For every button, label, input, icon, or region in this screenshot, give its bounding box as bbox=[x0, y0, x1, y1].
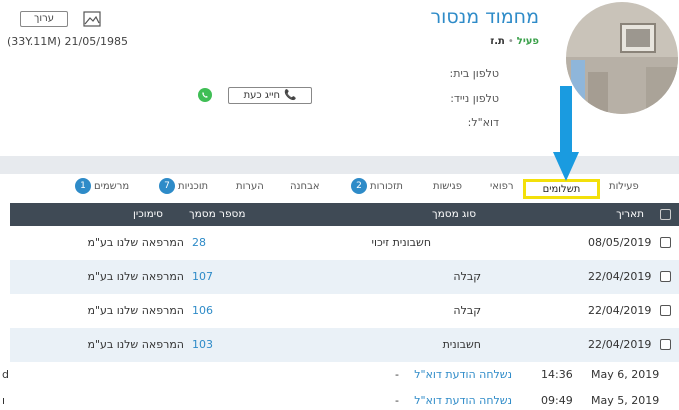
row-date: 22/04/2019 bbox=[588, 304, 652, 317]
whatsapp-icon[interactable] bbox=[198, 88, 212, 102]
select-all-checkbox[interactable] bbox=[660, 209, 671, 220]
row-checkbox[interactable] bbox=[660, 305, 671, 316]
image-icon[interactable] bbox=[83, 11, 101, 27]
activity-row[interactable]: May 5, 2019 09:49 נשלחה הודעת דוא"ל - ו bbox=[0, 392, 679, 410]
tab-activity-label: פעילות bbox=[609, 181, 639, 192]
tab-notes[interactable]: הערות bbox=[236, 181, 264, 192]
activity-dash: - bbox=[395, 368, 399, 381]
tab-notes-label: הערות bbox=[236, 181, 264, 192]
row-date: 22/04/2019 bbox=[588, 270, 652, 283]
activity-row[interactable]: May 6, 2019 14:36 נשלחה הודעת דוא"ל - d bbox=[0, 366, 679, 386]
row-doc-number-link[interactable]: 107 bbox=[192, 270, 213, 283]
row-reference: המרפאה שלנו בע"מ bbox=[87, 270, 185, 283]
call-now-button[interactable]: 📞 חייג כעת bbox=[228, 87, 312, 104]
tab-activity[interactable]: פעילות bbox=[609, 181, 639, 192]
header-date[interactable]: תאריך bbox=[616, 208, 644, 220]
tab-plans-badge: 7 bbox=[159, 178, 175, 194]
date-of-birth: (33Y.11M) 21/05/1985 bbox=[7, 35, 128, 48]
row-doc-type: קבלה bbox=[453, 270, 481, 283]
activity-event-link[interactable]: נשלחה הודעת דוא"ל bbox=[414, 368, 512, 381]
status-badge: פעיל bbox=[516, 36, 539, 47]
tab-meetings[interactable]: פגישות bbox=[433, 181, 462, 192]
row-checkbox[interactable] bbox=[660, 237, 671, 248]
tab-prescriptions[interactable]: מרשמים 1 bbox=[75, 178, 129, 194]
patient-status-line: פעיל•ת.ז bbox=[490, 36, 539, 47]
tab-plans-label: תוכניות bbox=[178, 180, 209, 192]
table-row[interactable]: 22/04/2019 חשבונית 103 המרפאה שלנו בע"מ bbox=[10, 328, 679, 362]
phone-icon: 📞 bbox=[284, 90, 297, 101]
activity-date: May 6, 2019 bbox=[591, 368, 660, 381]
tab-plans[interactable]: תוכניות 7 bbox=[159, 178, 208, 194]
row-date: 08/05/2019 bbox=[588, 236, 652, 249]
row-doc-number-link[interactable]: 28 bbox=[192, 236, 206, 249]
activity-edge-text: d bbox=[2, 368, 9, 381]
activity-event-link[interactable]: נשלחה הודעת דוא"ל bbox=[414, 394, 512, 407]
tab-meetings-label: פגישות bbox=[433, 181, 462, 192]
header-doc-number[interactable]: מספר מסמך bbox=[189, 208, 245, 220]
tab-diagnosis-label: אבחנה bbox=[290, 181, 320, 192]
row-doc-number-link[interactable]: 103 bbox=[192, 338, 213, 351]
header-reference[interactable]: סימוכין bbox=[133, 208, 163, 220]
row-doc-number-link[interactable]: 106 bbox=[192, 304, 213, 317]
patient-name: מחמוד מנסור bbox=[430, 6, 539, 28]
table-row[interactable]: 22/04/2019 קבלה 107 המרפאה שלנו בע"מ bbox=[10, 260, 679, 294]
id-label: ת.ז bbox=[490, 36, 505, 47]
row-checkbox[interactable] bbox=[660, 271, 671, 282]
tab-reminders[interactable]: תזכורות 2 bbox=[351, 178, 403, 194]
activity-edge-text: ו bbox=[2, 394, 5, 407]
activity-date: May 5, 2019 bbox=[591, 394, 660, 407]
row-doc-type: חשבונית bbox=[442, 338, 481, 351]
tab-medical[interactable]: רפואי bbox=[490, 181, 514, 192]
activity-time: 09:49 bbox=[541, 394, 573, 407]
table-header: תאריך סוג מסמך מספר מסמך סימוכין bbox=[10, 203, 679, 226]
row-doc-type: קבלה bbox=[453, 304, 481, 317]
row-doc-type: חשבונית זיכוי bbox=[371, 236, 431, 249]
call-now-label: חייג כעת bbox=[243, 90, 280, 101]
status-separator: • bbox=[507, 36, 514, 47]
edit-button[interactable]: ערוך bbox=[20, 11, 68, 27]
row-date: 22/04/2019 bbox=[588, 338, 652, 351]
tab-medical-label: רפואי bbox=[490, 181, 514, 192]
patient-avatar bbox=[566, 2, 678, 114]
email-label: דוא"ל: bbox=[467, 116, 499, 129]
row-checkbox[interactable] bbox=[660, 339, 671, 350]
header-doc-type[interactable]: סוג מסמך bbox=[432, 208, 476, 220]
activity-dash: - bbox=[395, 394, 399, 407]
tab-diagnosis[interactable]: אבחנה bbox=[290, 181, 320, 192]
activity-time: 14:36 bbox=[541, 368, 573, 381]
tab-prescriptions-label: מרשמים bbox=[94, 180, 130, 192]
tab-prescriptions-badge: 1 bbox=[75, 178, 91, 194]
tab-payments-label: תשלומים bbox=[542, 183, 581, 195]
arrow-down-icon bbox=[553, 86, 579, 182]
home-phone-label: טלפון בית: bbox=[449, 67, 500, 80]
mobile-phone-label: טלפון נייד: bbox=[450, 92, 499, 105]
tab-reminders-label: תזכורות bbox=[370, 180, 403, 192]
tab-reminders-badge: 2 bbox=[351, 178, 367, 194]
row-reference: המרפאה שלנו בע"מ bbox=[87, 236, 185, 249]
table-row[interactable]: 22/04/2019 קבלה 106 המרפאה שלנו בע"מ bbox=[10, 294, 679, 328]
row-reference: המרפאה שלנו בע"מ bbox=[87, 338, 185, 351]
table-row[interactable]: 08/05/2019 חשבונית זיכוי 28 המרפאה שלנו … bbox=[10, 226, 679, 260]
row-reference: המרפאה שלנו בע"מ bbox=[87, 304, 185, 317]
